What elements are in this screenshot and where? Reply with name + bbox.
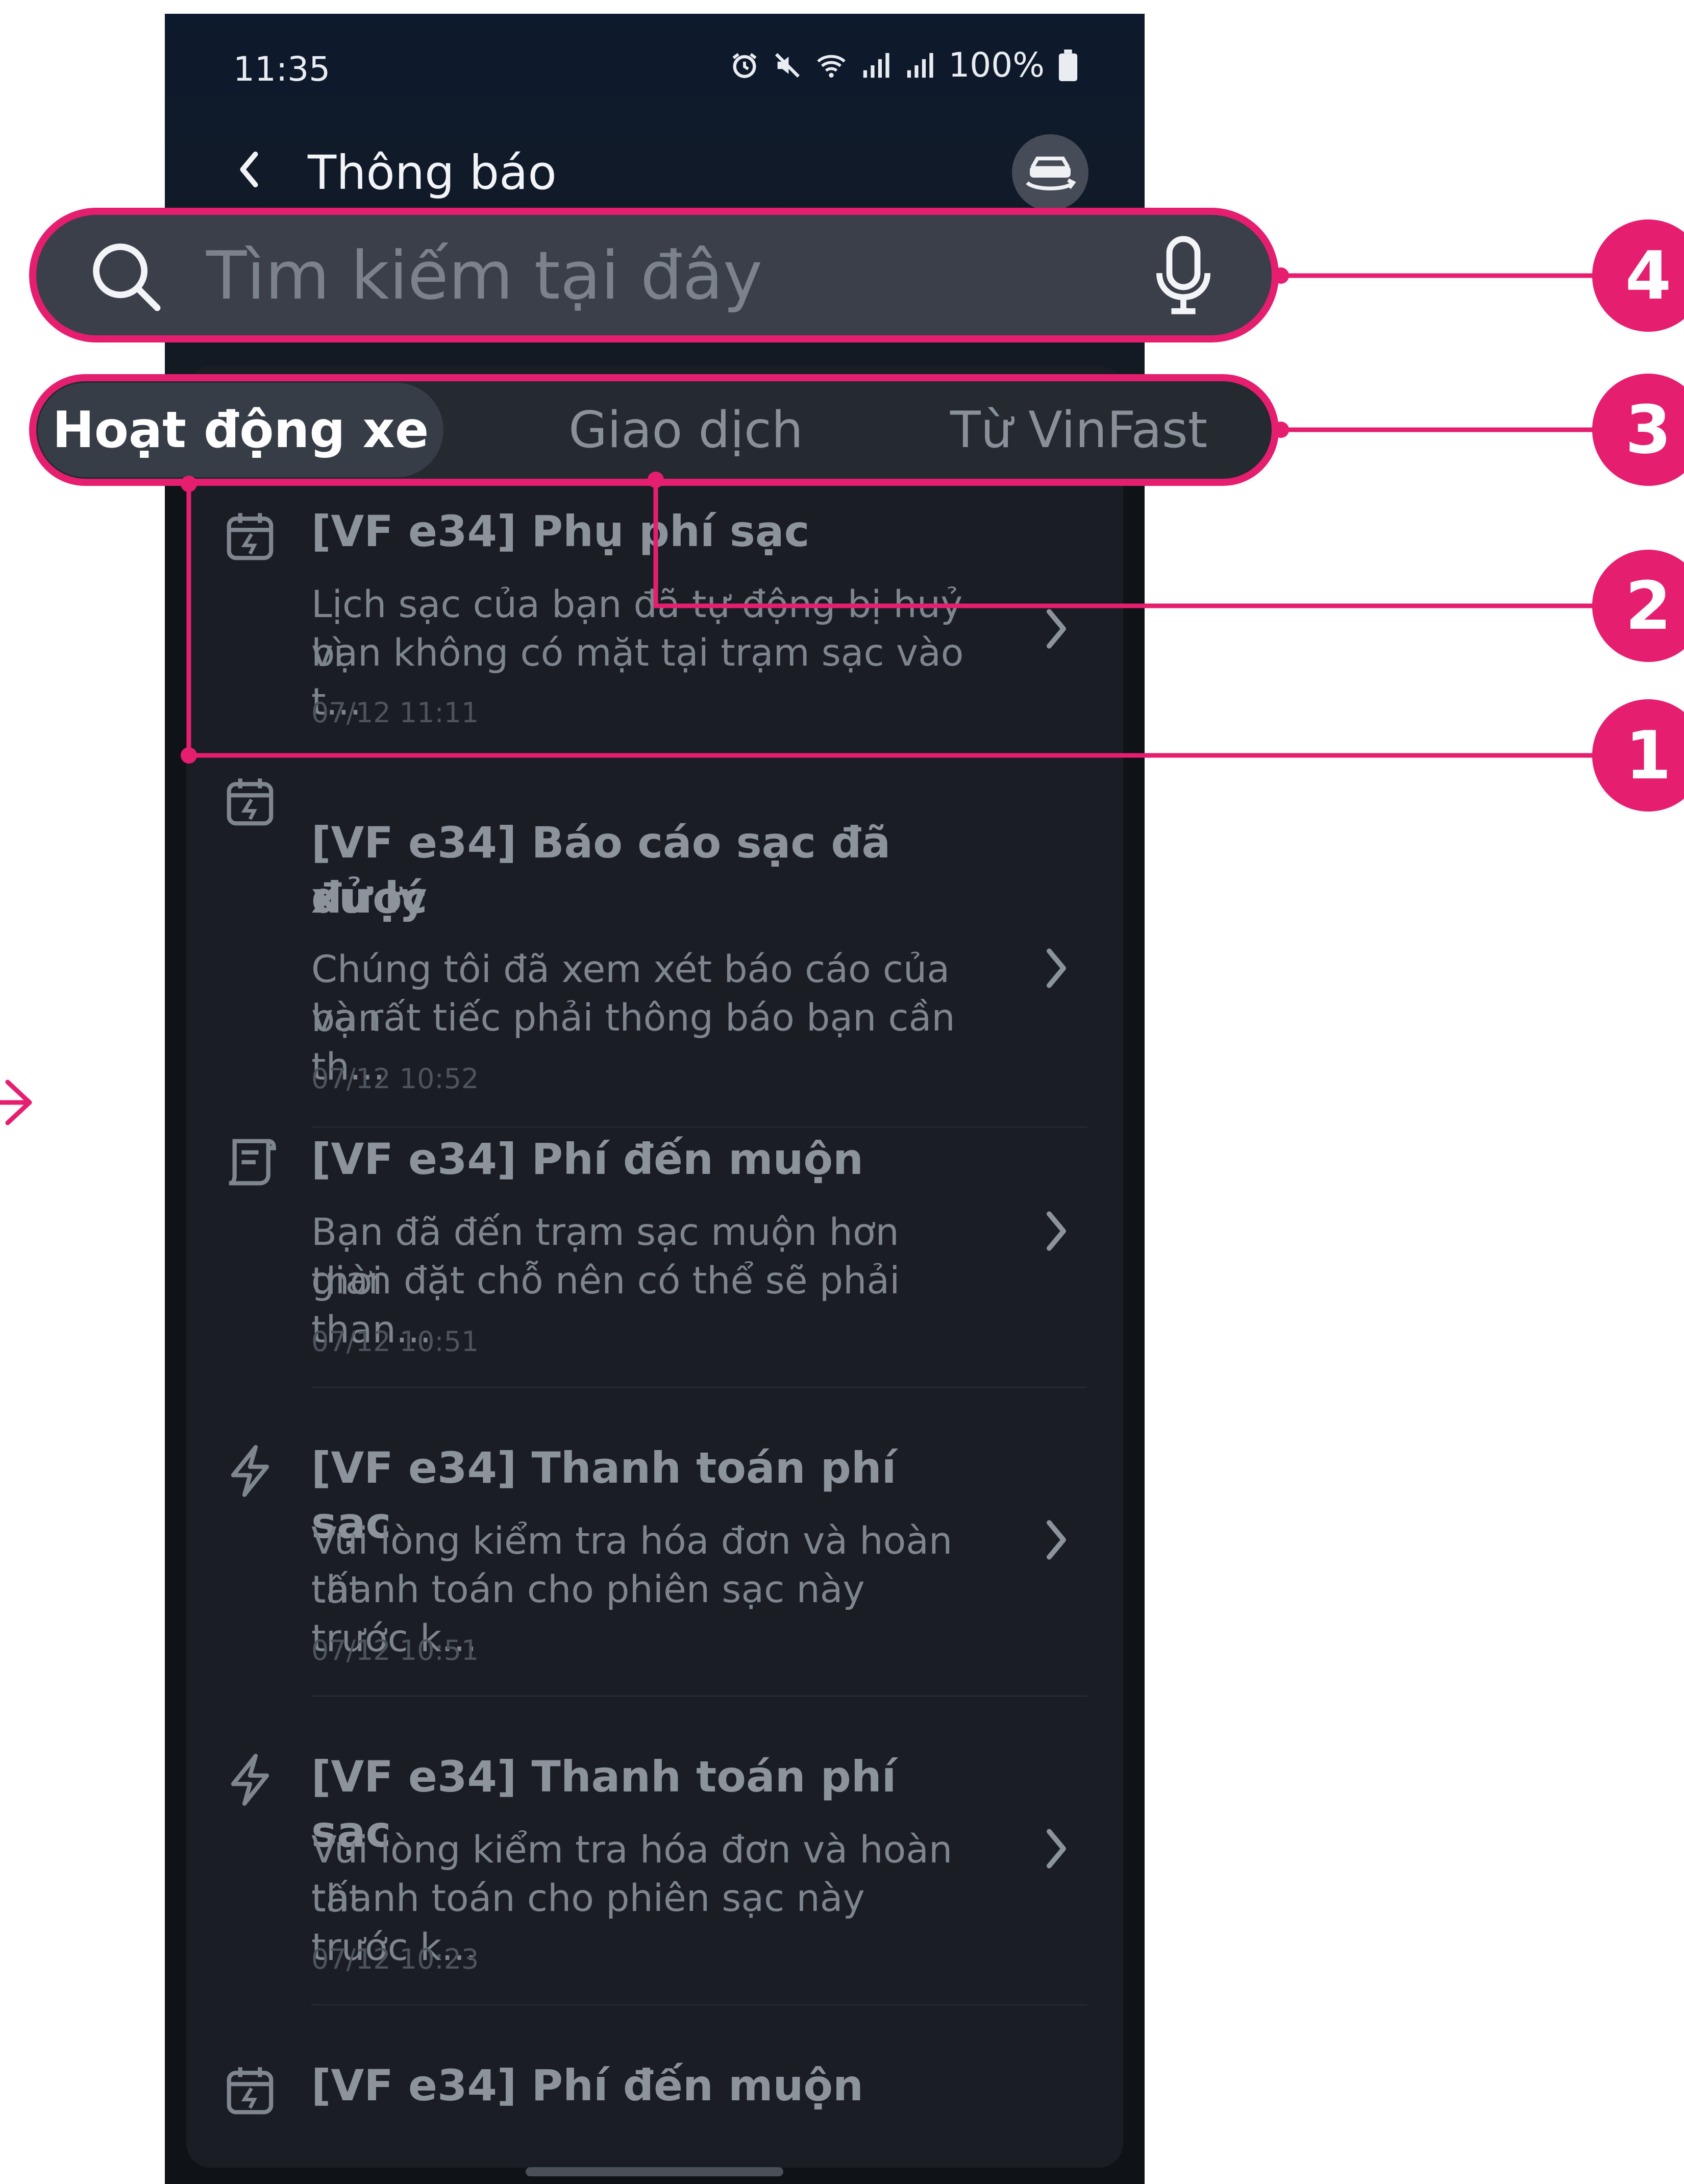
battery-icon <box>1058 49 1078 81</box>
divider <box>311 1387 1087 1388</box>
callout-badge-3: 3 <box>1592 374 1684 486</box>
notification-time: 07/12 10:23 <box>311 1943 479 1975</box>
lightning-icon <box>231 1754 269 1806</box>
chevron-right-icon <box>1047 609 1066 649</box>
notification-item-5[interactable]: [VF e34] Thanh toán phí sạc Vui lòng kiể… <box>186 1749 1123 2058</box>
signal-icon-2 <box>907 53 933 78</box>
notification-time: 07/12 10:52 <box>311 1063 479 1095</box>
page-title: Thông báo <box>308 145 557 200</box>
callout-badge-4: 4 <box>1592 219 1684 332</box>
search-input[interactable]: Tìm kiếm tại đây <box>206 237 762 314</box>
car-sync-icon <box>1026 156 1076 190</box>
chevron-right-icon <box>1047 1211 1066 1251</box>
signal-icon <box>863 53 889 78</box>
status-time: 11:35 <box>233 50 331 89</box>
tab-bar: Hoạt động xe Giao dịch Từ VinFast <box>33 378 1275 482</box>
divider <box>311 1696 1087 1697</box>
notification-item-1[interactable]: [VF e34] Phụ phí sạc Lịch sạc của bạn đã… <box>186 504 1123 769</box>
mute-icon <box>775 53 800 78</box>
calendar-charge-icon <box>227 778 274 826</box>
tab-vehicle-activity[interactable]: Hoạt động xe <box>38 383 443 477</box>
chevron-left-icon <box>240 152 258 187</box>
notification-title: [VF e34] Phí đến muộn <box>311 1134 863 1184</box>
notification-time: 07/12 10:51 <box>311 1634 479 1666</box>
search-bar[interactable]: Tìm kiếm tại đây <box>33 211 1275 339</box>
divider <box>311 1126 1087 1127</box>
notification-time: 07/12 10:51 <box>311 1326 479 1358</box>
back-button[interactable] <box>221 141 277 198</box>
app-header: Thông báo <box>165 126 1145 211</box>
calendar-charge-icon <box>227 513 274 560</box>
notification-title: [VF e34] Phụ phí sạc <box>311 506 810 556</box>
lightning-icon <box>231 1445 269 1497</box>
notification-title: [VF e34] Phí đến muộn <box>311 2060 863 2111</box>
callout-badge-1: 1 <box>1592 699 1684 812</box>
status-bar: 11:35 100% <box>165 14 1145 126</box>
receipt-icon <box>229 1139 276 1186</box>
tab-transactions[interactable]: Giao dịch <box>482 378 890 482</box>
calendar-charge-icon <box>227 2067 274 2115</box>
chevron-right-icon <box>1047 1829 1066 1869</box>
battery-percentage: 100% <box>948 45 1045 85</box>
notification-item-4[interactable]: [VF e34] Thanh toán phí sạc Vui lòng kiể… <box>186 1440 1123 1749</box>
arrow-right-icon <box>0 1079 32 1125</box>
divider <box>311 2004 1087 2005</box>
notification-item-3[interactable]: [VF e34] Phí đến muộn Bạn đã đến trạm sạ… <box>186 1132 1123 1440</box>
wifi-icon <box>817 55 846 78</box>
home-indicator <box>526 2167 783 2176</box>
notification-time: 07/12 11:11 <box>311 697 479 729</box>
alarm-icon <box>732 53 757 78</box>
notification-item-2[interactable]: [VF e34] Báo cáo sạc đã được xử lý Chúng… <box>186 769 1123 1132</box>
chevron-right-icon <box>1047 948 1066 988</box>
search-icon <box>93 243 161 311</box>
tab-from-vinfast[interactable]: Từ VinFast <box>895 378 1262 482</box>
notification-card: [VF e34] Phụ phí sạc Lịch sạc của bạn đã… <box>186 366 1123 2168</box>
status-icons: 100% <box>730 45 1078 85</box>
phone-screen: 11:35 100% Thông báo [VF e34] Phụ phí sạ… <box>165 14 1145 2184</box>
notification-item-6[interactable]: [VF e34] Phí đến muộn <box>186 2058 1123 2160</box>
microphone-icon[interactable] <box>1155 234 1211 316</box>
chevron-right-icon <box>1047 1520 1066 1560</box>
car-switch-button[interactable] <box>1012 134 1088 211</box>
notification-list: [VF e34] Phụ phí sạc Lịch sạc của bạn đã… <box>186 504 1123 2160</box>
callout-badge-2: 2 <box>1592 550 1684 662</box>
notification-title-line-2: xử lý <box>311 873 427 923</box>
